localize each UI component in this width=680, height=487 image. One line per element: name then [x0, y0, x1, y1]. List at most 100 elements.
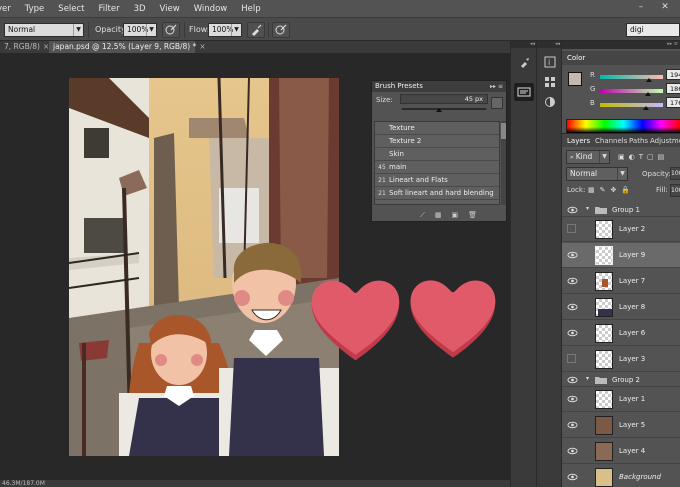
grid-icon[interactable]: ▦	[435, 211, 442, 219]
minimize-button[interactable]: –	[632, 0, 650, 15]
lock-all-icon[interactable]: 🔒	[621, 186, 630, 194]
brush-size-field[interactable]: 45 px	[400, 94, 488, 104]
swatches-button[interactable]	[540, 73, 560, 91]
pressure-opacity-button[interactable]	[162, 22, 180, 38]
tab-color[interactable]: Color	[567, 54, 585, 62]
toggle-brush-panel-icon[interactable]: ⟋	[420, 211, 425, 220]
brush-tip-preview-icon[interactable]	[491, 97, 503, 109]
layer-row[interactable]: Layer 7	[562, 269, 680, 294]
layer-blend-mode-select[interactable]: Normal ▼	[566, 167, 628, 181]
image-filter-icon[interactable]: ▣	[618, 153, 625, 161]
close-icon[interactable]: ×	[199, 42, 205, 51]
smart-object-filter-icon[interactable]: ▤	[658, 153, 665, 161]
list-item[interactable]: 21 Lineart and Flats	[375, 174, 499, 187]
green-value-field[interactable]: 186	[666, 83, 680, 94]
workspace-select[interactable]: digi	[626, 23, 680, 37]
layer-row[interactable]: Layer 8	[562, 295, 680, 320]
styles-button[interactable]	[540, 93, 560, 111]
layer-opacity-field[interactable]: 100	[670, 167, 680, 180]
new-preset-icon[interactable]: ▣	[452, 211, 459, 219]
list-item[interactable]: 21 Soft lineart and hard blending	[375, 187, 499, 200]
artwork-canvas[interactable]	[69, 78, 339, 456]
tab-previous-document[interactable]: 7, RGB/8) ×	[0, 41, 49, 53]
lock-transparent-icon[interactable]: ▦	[588, 186, 595, 194]
opacity-field[interactable]: 100% ▼	[123, 23, 157, 37]
color-spectrum-ramp[interactable]	[566, 119, 680, 133]
list-item[interactable]: Texture 2	[375, 135, 499, 148]
layer-row[interactable]: Layer 4	[562, 439, 680, 464]
layer-row[interactable]: Layer 1	[562, 387, 680, 412]
menu-filter[interactable]: Filter	[92, 4, 127, 14]
collapse-icon[interactable]: ◂◂	[511, 41, 537, 48]
history-button[interactable]	[514, 53, 534, 71]
pressure-size-button[interactable]	[272, 22, 290, 38]
blue-slider-track[interactable]	[600, 103, 663, 107]
slider-thumb-icon[interactable]	[646, 78, 652, 82]
list-item[interactable]: 45 main	[375, 161, 499, 174]
green-slider-track[interactable]	[600, 89, 663, 93]
menu-view[interactable]: View	[153, 4, 187, 14]
fill-field[interactable]: 100	[670, 184, 680, 197]
list-item[interactable]: Skin	[375, 148, 499, 161]
tab-japan-psd[interactable]: japan.psd @ 12.5% (Layer 9, RGB/8) * ×	[49, 41, 206, 53]
tab-paths[interactable]: Paths	[629, 137, 648, 145]
scroll-thumb[interactable]	[501, 123, 506, 139]
panel-dock-header[interactable]: ▸▸ ≡	[562, 41, 680, 49]
brush-size-slider[interactable]	[402, 108, 486, 110]
slider-thumb-icon[interactable]	[436, 108, 442, 112]
panel-menu-icon[interactable]: ▸▸ ≡	[490, 81, 503, 92]
menu-select[interactable]: Select	[51, 4, 91, 14]
red-slider-track[interactable]	[600, 75, 663, 79]
eye-icon[interactable]	[567, 394, 578, 404]
lock-position-icon[interactable]: ✥	[611, 186, 617, 194]
menu-layer[interactable]: yer	[0, 4, 18, 14]
eye-icon[interactable]	[567, 472, 578, 482]
red-value-field[interactable]: 194	[666, 69, 680, 80]
foreground-color-swatch[interactable]	[568, 72, 582, 86]
blue-value-field[interactable]: 176	[666, 97, 680, 108]
adjustment-filter-icon[interactable]: ◐	[629, 153, 635, 161]
slider-thumb-icon[interactable]	[643, 106, 649, 110]
layer-row[interactable]: Layer 6	[562, 321, 680, 346]
brush-preset-list[interactable]: Texture Texture 2 Skin 45 main 21 Lineart …	[374, 121, 500, 205]
layer-row[interactable]: Layer 5	[562, 413, 680, 438]
brush-presets-dock-button[interactable]	[514, 83, 534, 101]
chevron-down-icon[interactable]: ▾	[586, 205, 589, 212]
menu-3d[interactable]: 3D	[127, 4, 153, 14]
slider-thumb-icon[interactable]	[645, 92, 651, 96]
eye-icon[interactable]	[567, 328, 578, 338]
visibility-toggle-off[interactable]	[567, 354, 576, 363]
tab-layers[interactable]: Layers	[567, 137, 590, 145]
list-item[interactable]: Texture	[375, 122, 499, 135]
menu-type[interactable]: Type	[18, 4, 52, 14]
layer-group-row[interactable]: ▾ Group 2	[562, 373, 680, 387]
tab-adjustments[interactable]: Adjustments	[650, 137, 680, 145]
close-button[interactable]: ✕	[656, 0, 674, 15]
blend-mode-select[interactable]: Normal ▼	[4, 23, 84, 37]
info-button[interactable]: i	[540, 53, 560, 71]
kind-filter-select[interactable]: ⌕ Kind ▼	[566, 150, 610, 164]
type-filter-icon[interactable]: T	[639, 153, 643, 161]
layer-row[interactable]: Layer 3	[562, 347, 680, 372]
eye-icon[interactable]	[567, 375, 578, 385]
tab-channels[interactable]: Channels	[595, 137, 627, 145]
layer-row[interactable]: Background	[562, 465, 680, 487]
menu-window[interactable]: Window	[187, 4, 235, 14]
layer-group-row[interactable]: ▾ Group 1	[562, 203, 680, 217]
visibility-toggle-off[interactable]	[567, 224, 576, 233]
collapse-icon[interactable]: ◂◂	[537, 41, 562, 48]
menu-help[interactable]: Help	[234, 4, 267, 14]
shape-filter-icon[interactable]: ▢	[647, 153, 654, 161]
airbrush-button[interactable]	[247, 22, 265, 38]
eye-icon[interactable]	[567, 446, 578, 456]
layer-row-selected[interactable]: Layer 9	[562, 243, 680, 268]
eye-icon[interactable]	[567, 302, 578, 312]
lock-paint-icon[interactable]: ✎	[600, 186, 606, 194]
brush-list-scrollbar[interactable]	[501, 121, 506, 205]
trash-icon[interactable]: 🗑	[468, 211, 477, 219]
chevron-down-icon[interactable]: ▾	[586, 375, 589, 382]
flow-field[interactable]: 100% ▼	[208, 23, 242, 37]
eye-icon[interactable]	[567, 420, 578, 430]
eye-icon[interactable]	[567, 205, 578, 215]
layer-row[interactable]: Layer 2	[562, 217, 680, 242]
